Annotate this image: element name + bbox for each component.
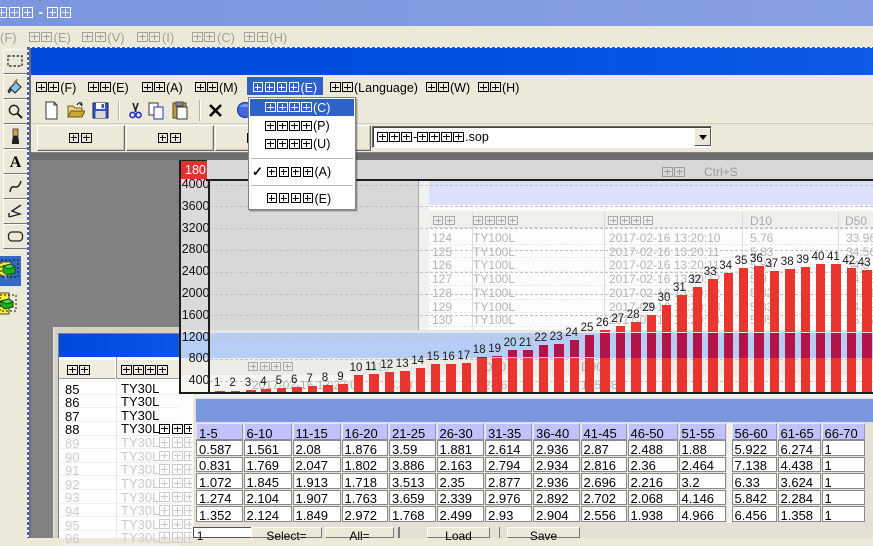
svg-text:A: A: [10, 154, 22, 170]
